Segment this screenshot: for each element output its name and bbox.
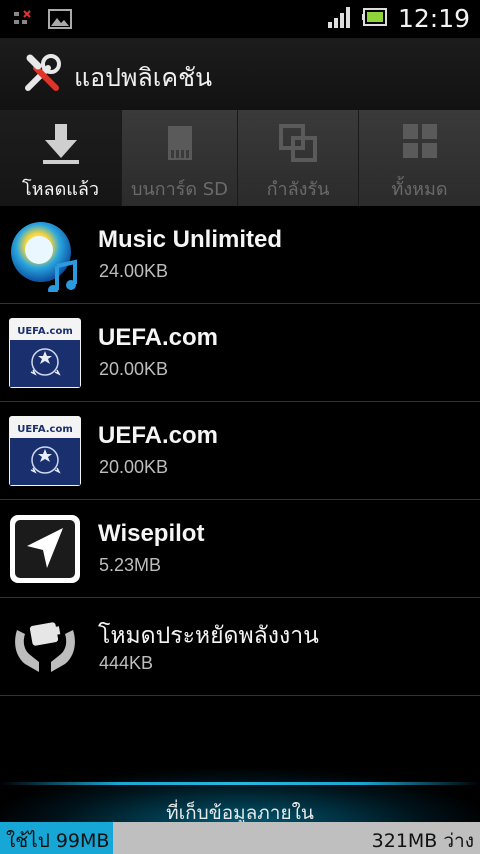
tab-downloaded[interactable]: โหลดแล้ว — [0, 110, 121, 206]
app-name: Wisepilot — [98, 520, 205, 547]
clock: 12:19 — [397, 4, 470, 33]
signal-icon — [327, 6, 352, 32]
running-icon — [279, 124, 317, 166]
app-size: 20.00KB — [99, 359, 169, 379]
tab-running[interactable]: กำลังรัน — [237, 110, 358, 206]
app-list: Music Unlimited 24.00KB UEFA.com UEFA.co… — [0, 206, 480, 696]
app-name: UEFA.com — [98, 324, 219, 351]
wisepilot-icon — [9, 514, 81, 584]
uefa-icon: UEFA.com — [9, 416, 81, 486]
status-bar: 12:19 — [0, 0, 480, 38]
music-unlimited-icon — [9, 220, 81, 295]
app-name: Music Unlimited — [98, 226, 283, 253]
app-name: โหมดประหยัดพลังงาน — [98, 623, 319, 649]
storage-free: 321MB ว่าง — [371, 830, 474, 852]
tab-label: ทั้งหมด — [391, 179, 448, 200]
storage-bar: ใช้ไป 99MB 321MB ว่าง — [0, 822, 480, 854]
tab-label: บนการ์ด SD — [130, 179, 229, 200]
tab-bar: โหลดแล้ว บนการ์ด SD กำลังรัน ทั้งหมด — [0, 110, 480, 206]
tab-label: โหลดแล้ว — [22, 179, 99, 200]
grid-icon — [402, 124, 437, 162]
storage-glow-line — [0, 782, 480, 785]
storage-used: ใช้ไป 99MB — [6, 830, 110, 852]
uefa-icon-text: UEFA.com — [17, 326, 73, 337]
app-size: 5.23MB — [99, 555, 162, 575]
power-saver-icon — [9, 612, 81, 682]
app-size: 24.00KB — [99, 261, 169, 281]
notification-icon — [14, 10, 34, 32]
tab-label: กำลังรัน — [266, 179, 330, 200]
action-bar: แอปพลิเคชัน — [0, 38, 480, 110]
app-row-music-unlimited[interactable]: Music Unlimited 24.00KB — [0, 206, 480, 304]
app-size: 20.00KB — [99, 457, 169, 477]
app-name: UEFA.com — [98, 422, 219, 449]
image-icon — [48, 9, 72, 33]
tools-icon — [22, 54, 62, 98]
download-icon — [42, 124, 79, 168]
app-row-uefa[interactable]: UEFA.com UEFA.com 20.00KB — [0, 402, 480, 500]
uefa-icon-text: UEFA.com — [17, 424, 73, 435]
app-row-power-saver[interactable]: โหมดประหยัดพลังงาน 444KB — [0, 598, 480, 696]
page-title: แอปพลิเคชัน — [74, 63, 213, 92]
tab-sd-card[interactable]: บนการ์ด SD — [121, 110, 237, 206]
app-row-wisepilot[interactable]: Wisepilot 5.23MB — [0, 500, 480, 598]
app-size: 444KB — [99, 653, 154, 673]
uefa-icon: UEFA.com — [9, 318, 81, 388]
tab-all[interactable]: ทั้งหมด — [358, 110, 480, 206]
battery-icon — [361, 7, 388, 30]
sd-card-icon — [166, 124, 194, 166]
app-row-uefa[interactable]: UEFA.com UEFA.com 20.00KB — [0, 304, 480, 402]
